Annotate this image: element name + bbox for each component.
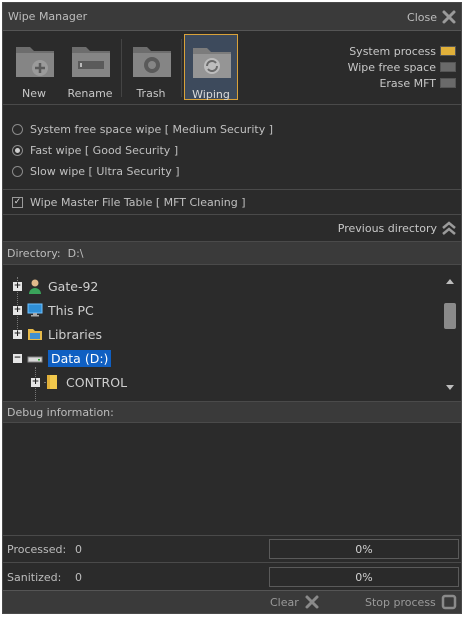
rename-button[interactable]: Rename [64,35,116,100]
debug-label: Debug information: [7,406,114,419]
libraries-folder-icon [28,329,42,340]
status-led-icon [440,62,456,72]
status-wipe-free-space: Wipe free space [348,59,456,75]
radio-selected-icon [12,144,23,156]
mft-option-row: ✓ Wipe Master File Table [ MFT Cleaning … [3,190,461,215]
new-button[interactable]: New [8,35,60,100]
radio-icon [12,123,23,135]
trash-folder-icon [133,47,171,77]
directory-bar: Directory: D:\ [3,242,461,265]
sanitized-percent: 0% [355,571,373,584]
processed-progress-bar: 0% [269,539,459,559]
status-system-process: System process [348,43,456,59]
expand-plus-icon[interactable]: + [31,377,40,387]
new-label: New [22,87,46,100]
clear-button[interactable]: Clear [270,594,320,610]
drive-icon [27,356,43,363]
tree-scrollbar[interactable] [443,273,457,393]
tree-item-libraries[interactable]: + Libraries [13,325,102,343]
wipe-mode-options: System free space wipe [ Medium Security… [3,105,461,190]
double-chevron-up-icon [442,221,456,235]
checkbox-wipe-mft[interactable]: ✓ Wipe Master File Table [ MFT Cleaning … [12,194,246,210]
clear-x-icon [305,595,319,609]
window-title: Wipe Manager [8,10,88,23]
processed-label: Processed: [7,543,67,556]
expand-plus-icon[interactable]: + [13,281,22,291]
expand-plus-icon[interactable]: + [13,329,22,339]
close-button[interactable]: Close [407,7,457,27]
status-erase-mft: Erase MFT [348,75,456,91]
sanitized-progress-bar: 0% [269,567,459,587]
processed-value: 0 [75,543,82,556]
radio-icon [12,165,23,177]
wipe-folder-icon [193,48,231,78]
tree-item-control[interactable]: + CONTROL [31,373,127,391]
tree-item-data-d[interactable]: − Data (D:) [13,349,112,367]
toolbar-separator [181,39,182,97]
folder-rename-icon [72,47,110,77]
folder-plus-icon [16,47,54,77]
footer-bar: Clear Stop process [3,590,461,613]
radio-slow-wipe[interactable]: Slow wipe [ Ultra Security ] [12,163,180,179]
collapse-minus-icon[interactable]: − [13,353,22,363]
clear-label: Clear [270,595,299,609]
processed-row: Processed: 0 0% [3,536,461,563]
radio-system-free-space-wipe[interactable]: System free space wipe [ Medium Security… [12,121,273,137]
wiping-button[interactable]: Wiping [184,34,238,101]
folder-icon [47,375,57,389]
expand-plus-icon[interactable]: + [13,305,22,315]
status-indicators: System process Wipe free space Erase MFT [348,43,456,91]
title-bar: Wipe Manager Close [3,3,461,31]
tree-item-gate-92[interactable]: + Gate-92 [13,277,98,295]
previous-directory-button[interactable]: Previous directory [3,215,461,242]
scroll-down-icon[interactable] [446,385,454,390]
processed-percent: 0% [355,543,373,556]
sanitized-value: 0 [75,571,82,584]
close-label: Close [407,10,437,24]
tree-item-this-pc[interactable]: + This PC [13,301,94,319]
wipe-manager-window: Wipe Manager Close New Rename Trash Wipi… [2,2,462,614]
status-led-icon [440,78,456,88]
user-icon [29,279,41,294]
sanitized-label: Sanitized: [7,571,62,584]
debug-output [3,423,461,536]
scroll-up-icon[interactable] [446,279,454,284]
sanitized-row: Sanitized: 0 0% [3,564,461,591]
toolbar: New Rename Trash Wiping System process W… [3,31,461,105]
rename-label: Rename [67,87,113,100]
trash-button[interactable]: Trash [125,35,177,100]
debug-bar: Debug information: [3,402,461,423]
status-led-icon [440,46,456,56]
radio-fast-wipe[interactable]: Fast wipe [ Good Security ] [12,142,178,158]
directory-tree: + Gate-92 + This PC + Libraries − Data (… [3,265,461,402]
stop-process-button[interactable]: Stop process [365,594,457,610]
wiping-label: Wiping [192,88,230,101]
scrollbar-thumb[interactable] [444,303,456,329]
trash-label: Trash [136,87,166,100]
directory-path: Directory: D:\ [7,247,84,260]
toolbar-separator [121,39,122,97]
stop-process-label: Stop process [365,595,436,609]
close-icon [442,10,456,24]
stop-icon [441,594,457,610]
checkbox-checked-icon: ✓ [12,196,23,208]
computer-icon [27,303,43,317]
